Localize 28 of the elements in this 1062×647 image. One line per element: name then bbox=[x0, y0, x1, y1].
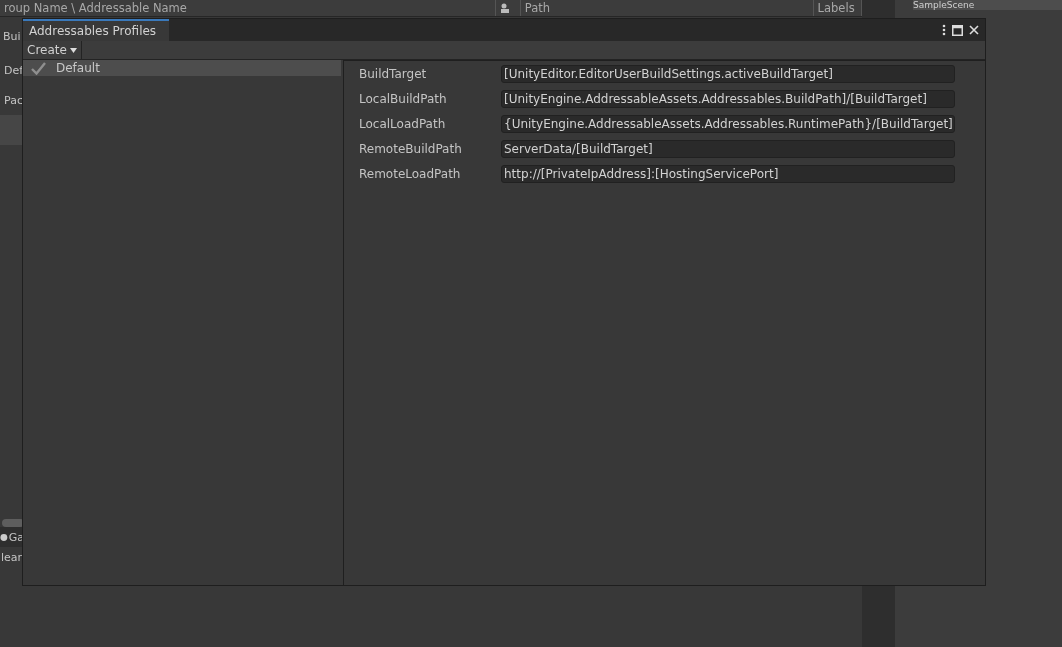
variable-value-field[interactable]: {UnityEngine.AddressableAssets.Addressables.RuntimePath}/[BuildTarget] bbox=[501, 115, 955, 133]
profile-item[interactable]: Default bbox=[23, 60, 341, 76]
variable-value-field[interactable]: [UnityEngine.AddressableAssets.Addressables.BuildPath]/[BuildTarget] bbox=[501, 90, 955, 108]
toggle-icon bbox=[0, 532, 8, 542]
variable-name: BuildTarget bbox=[359, 67, 428, 81]
tree-item[interactable]: SampleScene bbox=[913, 0, 1062, 10]
column-header[interactable]: Labels bbox=[813, 0, 862, 16]
profile-name: Default bbox=[56, 61, 100, 75]
window-tab[interactable]: Addressables Profiles bbox=[23, 19, 170, 41]
label: Bui bbox=[2, 29, 21, 43]
variable-name: RemoteBuildPath bbox=[359, 142, 463, 156]
variable-name: LocalLoadPath bbox=[359, 117, 447, 131]
scrollbar-thumb-icon bbox=[0, 519, 24, 527]
label: lear bbox=[0, 550, 23, 564]
variable-value-field[interactable]: [UnityEditor.EditorUserBuildSettings.activeBuildTarget] bbox=[501, 65, 955, 83]
label: Def bbox=[3, 63, 24, 77]
close-icon[interactable] bbox=[969, 25, 979, 35]
column-header[interactable]: roup Name \ Addressable Name bbox=[0, 0, 496, 16]
caret-icon bbox=[69, 47, 77, 53]
more-icon[interactable] bbox=[942, 24, 946, 36]
variable-value-field[interactable]: http://[PrivateIpAddress]:[HostingServicePort] bbox=[501, 165, 955, 183]
maximize-icon[interactable] bbox=[952, 24, 963, 36]
variable-name: RemoteLoadPath bbox=[359, 167, 462, 181]
label: Pac bbox=[3, 93, 23, 107]
figure-icon bbox=[500, 3, 510, 13]
variable-value-field[interactable]: ServerData/[BuildTarget] bbox=[501, 140, 955, 158]
variable-name: LocalBuildPath bbox=[359, 92, 448, 106]
column-header[interactable]: Path bbox=[520, 0, 814, 16]
